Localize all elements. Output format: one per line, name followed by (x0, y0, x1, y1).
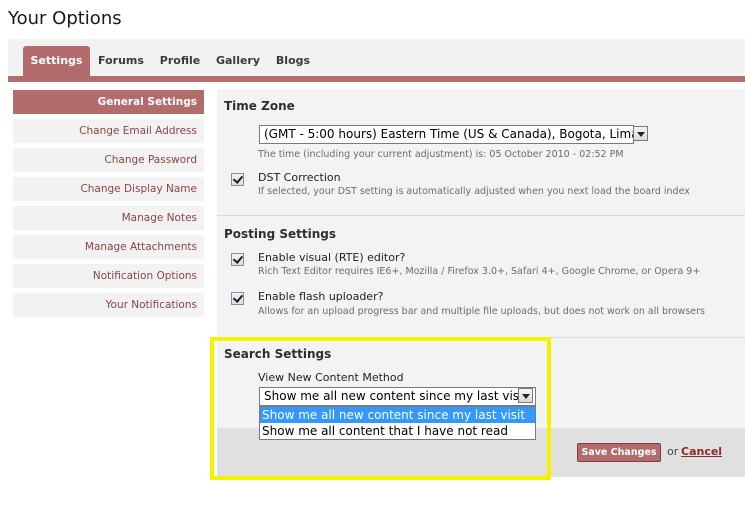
search-title: Search Settings (224, 347, 332, 361)
rte-hint: Rich Text Editor requires IE6+, Mozilla … (258, 266, 701, 277)
section-divider (217, 215, 745, 216)
tab-forums[interactable]: Forums (94, 46, 148, 76)
sidebar-item-your-notifications[interactable]: Your Notifications (13, 293, 204, 317)
tab-bar-underline (8, 76, 745, 82)
flash-uploader-checkbox[interactable] (231, 292, 244, 305)
view-new-content-label: View New Content Method (258, 371, 404, 384)
tab-gallery[interactable]: Gallery (212, 46, 264, 76)
tab-settings[interactable]: Settings (23, 46, 90, 78)
sidebar-item-change-password[interactable]: Change Password (13, 148, 204, 172)
dst-checkbox[interactable] (231, 173, 244, 186)
timezone-time-hint: The time (including your current adjustm… (258, 149, 624, 160)
dst-hint: If selected, your DST setting is automat… (258, 186, 690, 197)
sidebar-item-notification-options[interactable]: Notification Options (13, 264, 204, 288)
sidebar-item-change-email[interactable]: Change Email Address (13, 119, 204, 143)
dropdown-option[interactable]: Show me all content that I have not read (260, 423, 535, 439)
chevron-down-icon[interactable] (633, 126, 648, 141)
tab-blogs[interactable]: Blogs (270, 46, 316, 76)
tab-profile[interactable]: Profile (154, 46, 206, 76)
dst-label: DST Correction (258, 171, 341, 184)
dropdown-option[interactable]: Show me all new content since my last vi… (260, 407, 535, 423)
section-divider (217, 337, 745, 338)
view-new-content-dropdown-list: Show me all new content since my last vi… (259, 406, 536, 440)
timezone-select[interactable]: (GMT - 5:00 hours) Eastern Time (US & Ca… (259, 125, 634, 144)
page-title: Your Options (8, 8, 122, 29)
sidebar-item-general-settings[interactable]: General Settings (13, 90, 204, 114)
chevron-down-icon[interactable] (518, 388, 533, 403)
timezone-title: Time Zone (224, 99, 295, 113)
rte-label: Enable visual (RTE) editor? (258, 251, 406, 264)
sidebar-item-manage-attachments[interactable]: Manage Attachments (13, 235, 204, 259)
view-new-content-select[interactable]: Show me all new content since my last vi… (259, 387, 536, 406)
posting-title: Posting Settings (224, 227, 336, 241)
flash-uploader-hint: Allows for an upload progress bar and mu… (258, 306, 705, 317)
flash-uploader-label: Enable flash uploader? (258, 290, 384, 303)
sidebar-item-change-display-name[interactable]: Change Display Name (13, 177, 204, 201)
sidebar-item-manage-notes[interactable]: Manage Notes (13, 206, 204, 230)
save-changes-button[interactable]: Save Changes (577, 443, 661, 462)
or-text: or (667, 445, 679, 458)
rte-checkbox[interactable] (231, 253, 244, 266)
cancel-link[interactable]: Cancel (681, 445, 722, 458)
